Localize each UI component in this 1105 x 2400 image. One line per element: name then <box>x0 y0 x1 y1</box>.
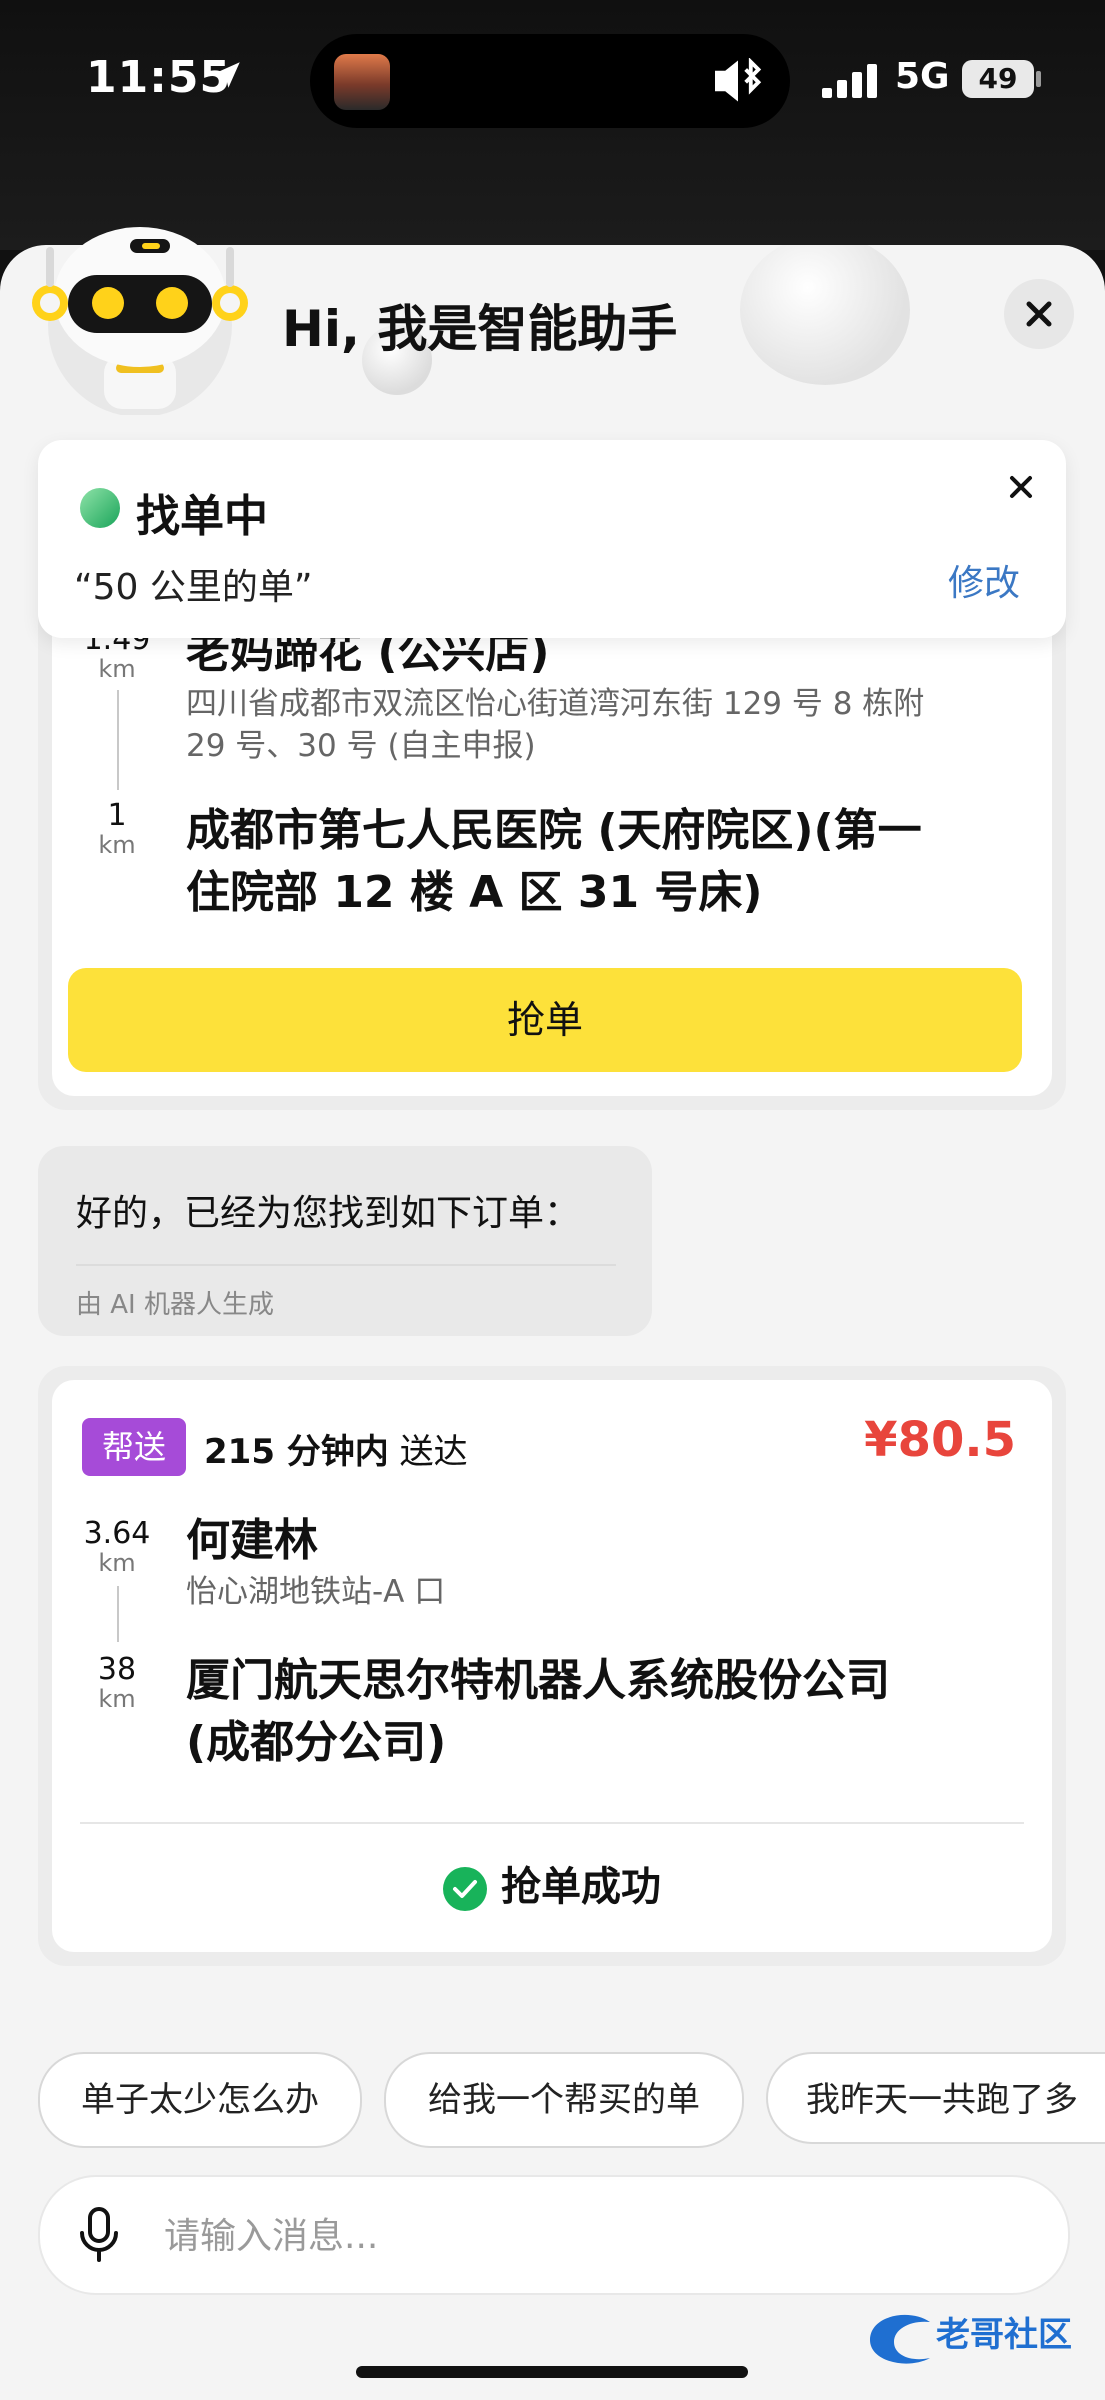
pickup-distance: 3.64 km <box>82 1516 152 1577</box>
ai-generated-note: 由 AI 机器人生成 <box>76 1290 274 1320</box>
distance-value: 1 <box>107 798 127 833</box>
signal-icon <box>822 64 877 98</box>
message-input-bar <box>38 2175 1070 2295</box>
eta-suffix: 送达 <box>399 1432 468 1472</box>
dropoff-name: 住院部 12 楼 A 区 31 号床) <box>186 867 763 918</box>
quick-reply-chip[interactable]: 单子太少怎么办 <box>38 2052 362 2148</box>
distance-value: 3.64 <box>83 1516 151 1551</box>
distance-value: 38 <box>97 1652 137 1687</box>
message-text: 好的，已经为您找到如下订单： <box>76 1193 581 1234</box>
eta-duration: 215 分钟内 <box>204 1432 389 1472</box>
status-dot-icon <box>80 488 120 528</box>
distance-unit: km <box>98 655 136 683</box>
grab-success-status: 抢单成功 <box>52 1854 1052 1912</box>
check-circle-icon <box>443 1867 487 1911</box>
logo-text: 老哥社区 <box>936 2315 1072 2355</box>
finding-order-title: 找单中 <box>136 491 268 542</box>
distance-unit: km <box>98 831 136 859</box>
route-connector <box>117 690 119 790</box>
mic-icon[interactable] <box>78 2207 120 2263</box>
order-card: 帮送 215 分钟内 送达 ¥80.5 3.64 km 何建林 怡心湖地铁站-A… <box>38 1366 1066 1966</box>
order-price: ¥80.5 <box>864 1412 1016 1468</box>
page-title: Hi, 我是智能助手 <box>282 300 678 358</box>
battery-tip <box>1036 71 1041 87</box>
dropoff-distance: 1 km <box>82 798 152 859</box>
grab-order-button[interactable]: 抢单 <box>68 968 1022 1072</box>
pickup-address: 怡心湖地铁站-A 口 <box>186 1574 446 1610</box>
search-query: “50 公里的单” <box>74 567 313 608</box>
dynamic-island[interactable] <box>310 34 790 128</box>
pickup-name: 何建林 <box>186 1515 318 1566</box>
modify-link[interactable]: 修改 <box>948 554 1020 606</box>
assistant-message: 好的，已经为您找到如下订单： 由 AI 机器人生成 <box>38 1146 652 1336</box>
home-indicator[interactable] <box>356 2366 748 2378</box>
finding-order-card: 找单中 “50 公里的单” 修改 <box>38 440 1066 638</box>
divider <box>80 1822 1024 1824</box>
location-arrow-icon <box>214 62 240 88</box>
dropoff-name: 厦门航天思尔特机器人系统股份公司 <box>186 1655 890 1706</box>
now-playing-thumbnail <box>334 54 390 110</box>
distance-unit: km <box>98 1549 136 1577</box>
pickup-address: 四川省成都市双流区怡心街道湾河东街 129 号 8 栋附 <box>186 686 925 722</box>
network-type: 5G <box>895 56 950 97</box>
robot-avatar <box>32 227 248 415</box>
dropoff-name: 成都市第七人民医院 (天府院区)(第一 <box>186 805 922 856</box>
order-card-body: 帮送 215 分钟内 送达 ¥80.5 3.64 km 何建林 怡心湖地铁站-A… <box>52 1380 1052 1952</box>
delivery-eta: 215 分钟内 送达 <box>204 1424 468 1473</box>
close-button[interactable] <box>1004 279 1074 349</box>
quick-reply-chip[interactable]: 我昨天一共跑了多 <box>766 2052 1105 2144</box>
route-connector <box>117 1586 119 1642</box>
bluetooth-icon <box>715 58 762 102</box>
close-icon[interactable] <box>996 462 1046 512</box>
divider <box>76 1264 616 1266</box>
distance-unit: km <box>98 1685 136 1713</box>
pickup-address: 29 号、30 号 (自主申报) <box>186 728 536 764</box>
success-label: 抢单成功 <box>501 1864 661 1910</box>
quick-reply-chip[interactable]: 给我一个帮买的单 <box>384 2052 744 2148</box>
decorative-bubble <box>740 245 910 385</box>
battery-indicator: 49 <box>962 60 1034 98</box>
message-input[interactable] <box>162 2197 1026 2275</box>
close-icon <box>1026 301 1052 327</box>
delivery-type-badge: 帮送 <box>82 1418 186 1476</box>
dropoff-distance: 38 km <box>82 1652 152 1713</box>
dropoff-name: (成都分公司) <box>186 1717 447 1768</box>
community-logo: 老哥社区 <box>870 2314 1072 2364</box>
